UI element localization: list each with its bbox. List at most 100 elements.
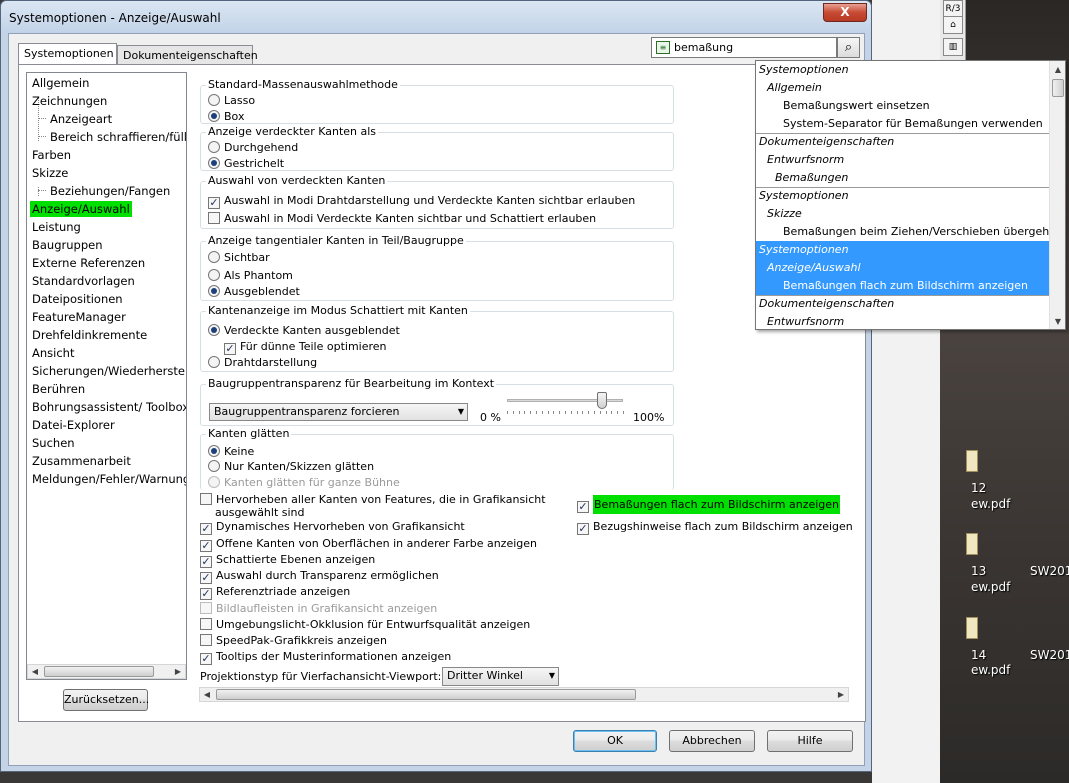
scroll-left-icon[interactable]: ◀ [200,688,214,701]
radio-selected-icon[interactable] [208,285,220,297]
nav-item[interactable]: Dateipositionen [30,291,125,307]
checkbox-pattern-tooltips[interactable]: ✓ Tooltips der Musterinformationen anzeig… [200,649,451,665]
checkbox-ambient-occlusion[interactable]: Umgebungslicht-Okklusion für Entwurfsqua… [200,617,530,632]
checkbox-icon[interactable] [200,634,212,646]
nav-item[interactable]: Zusammenarbeit [30,453,133,469]
checkbox-dynamic-highlight[interactable]: ✓ Dynamisches Hervorheben von Grafikansic… [200,519,465,535]
nav-horizontal-scrollbar[interactable]: ◀ ▶ [27,664,186,679]
radio-als-phantom[interactable]: Als Phantom [208,268,293,283]
nav-item[interactable]: Meldungen/Fehler/Warnungen [30,471,186,487]
pdf-file-icon[interactable] [966,533,978,555]
nav-item[interactable]: Farben [30,147,73,163]
scroll-right-icon[interactable]: ▶ [834,688,848,701]
checkbox-shaded-selection[interactable]: Auswahl in Modi Verdeckte Kanten sichtba… [208,211,596,226]
radio-edges-sketches-only[interactable]: Nur Kanten/Skizzen glätten [208,459,374,474]
checkbox-checked-icon[interactable]: ✓ [208,197,220,209]
checkbox-annotations-flat[interactable]: ✓ Bezugshinweise flach zum Bildschirm anz… [577,519,853,535]
radio-durchgehend[interactable]: Durchgehend [208,140,298,155]
result-category[interactable]: Entwurfsnorm [756,151,1049,169]
nav-item[interactable]: FeatureManager [30,309,128,325]
checkbox-icon[interactable] [200,618,212,630]
checkbox-icon[interactable] [208,212,220,224]
radio-sichtbar[interactable]: Sichtbar [208,250,270,265]
nav-item[interactable]: Baugruppen [30,237,105,253]
close-button[interactable]: X [823,3,867,22]
result-category[interactable]: Anzeige/Auswahl [756,259,1049,277]
nav-item[interactable]: Drehfeldinkremente [30,327,149,343]
radio-selected-icon[interactable] [208,445,220,457]
radio-hidden-edges-removed[interactable]: Verdeckte Kanten ausgeblendet [208,323,400,338]
scroll-up-icon[interactable]: ▲ [1051,63,1065,76]
result-item[interactable]: Bemaßungswert einsetzen [756,97,1049,115]
tab-systemoptionen[interactable]: Systemoptionen [18,43,117,65]
result-category[interactable]: Systemoptionen [756,241,1049,259]
result-item[interactable]: Bemaßungen beim Ziehen/Verschieben überg… [756,223,1063,241]
checkbox-checked-icon[interactable]: ✓ [200,556,212,568]
nav-item[interactable]: Berühren [30,381,87,397]
radio-keine[interactable]: Keine [208,444,254,459]
help-button[interactable]: Hilfe [767,730,853,752]
transparency-combo[interactable]: Baugruppentransparenz forcieren ▼ [209,403,468,421]
cancel-button[interactable]: Abbrechen [669,730,755,752]
panel-horizontal-scrollbar[interactable]: ◀ ▶ [199,687,849,702]
result-item[interactable]: System-Separator für Bemaßungen verwende… [756,115,1049,133]
radio-ausgeblendet[interactable]: Ausgeblendet [208,284,300,299]
result-category[interactable]: Dokumenteigenschaften [756,295,1049,313]
radio-icon[interactable] [208,141,220,153]
nav-item[interactable]: Beziehungen/Fangen [48,183,172,199]
nav-item[interactable]: Anzeigeart [48,111,114,127]
results-vertical-scrollbar[interactable]: ▲ ▼ [1049,61,1065,329]
scroll-down-icon[interactable]: ▼ [1051,315,1065,328]
checkbox-checked-icon[interactable]: ✓ [224,343,236,355]
result-category[interactable]: Allgemein [756,79,1049,97]
checkbox-checked-icon[interactable]: ✓ [200,653,212,665]
nav-item[interactable]: Allgemein [30,75,91,91]
checkbox-checked-icon[interactable]: ✓ [200,523,212,535]
ok-button[interactable]: OK [573,730,657,752]
chart-icon[interactable]: ▥ [943,38,963,56]
radio-icon[interactable] [208,460,220,472]
radio-icon[interactable] [208,356,220,368]
radio-icon[interactable] [208,251,220,263]
checkbox-shaded-planes[interactable]: ✓ Schattierte Ebenen anzeigen [200,552,375,568]
radio-lasso[interactable]: Lasso [208,93,255,108]
nav-item[interactable]: Leistung [30,219,83,235]
checkbox-dimensions-flat[interactable]: ✓ Bemaßungen flach zum Bildschirm anzeige… [577,495,841,514]
scroll-thumb[interactable] [44,666,154,677]
result-category[interactable]: Skizze [756,205,1049,223]
nav-item[interactable]: Ansicht [30,345,76,361]
radio-selected-icon[interactable] [208,110,220,122]
nav-item[interactable]: Bereich schraffieren/füllen [48,129,186,145]
pdf-file-icon[interactable] [966,617,978,639]
nav-item[interactable]: Bohrungsassistent/ Toolbox [30,399,186,415]
radio-selected-icon[interactable] [208,157,220,169]
result-category[interactable]: Entwurfsnorm [756,313,1049,329]
result-category[interactable]: Systemoptionen [756,187,1049,205]
result-item[interactable]: Bemaßungen flach zum Bildschirm anzeigen [756,277,1049,295]
checkbox-checked-icon[interactable]: ✓ [577,523,589,535]
scroll-left-icon[interactable]: ◀ [28,665,42,678]
checkbox-select-through-transparency[interactable]: ✓ Auswahl durch Transparenz ermöglichen [200,568,439,584]
search-icon[interactable]: ⌕ [837,37,860,58]
search-box[interactable]: ≡ [651,37,837,58]
checkbox-open-edges-color[interactable]: ✓ Offene Kanten von Oberflächen in andere… [200,536,537,552]
scroll-right-icon[interactable]: ▶ [171,665,185,678]
checkbox-checked-icon[interactable]: ✓ [200,572,212,584]
nav-item-selected[interactable]: Anzeige/Auswahl [30,201,132,217]
radio-icon[interactable] [208,94,220,106]
options-tree[interactable]: Allgemein Zeichnungen Anzeigeart Bereich… [26,72,187,680]
checkbox-checked-icon[interactable]: ✓ [200,588,212,600]
result-category[interactable]: Dokumenteigenschaften [756,133,1049,151]
nav-item[interactable]: Externe Referenzen [30,255,147,271]
nav-item[interactable]: Zeichnungen [30,93,109,109]
checkbox-icon[interactable] [200,493,212,505]
checkbox-wireframe-selection[interactable]: ✓ Auswahl in Modi Drahtdarstellung und Ve… [208,193,635,209]
nav-item[interactable]: Datei-Explorer [30,417,117,433]
result-category[interactable]: Systemoptionen [756,61,1049,79]
checkbox-reference-triad[interactable]: ✓ Referenztriade anzeigen [200,584,350,600]
pdf-file-icon[interactable] [966,450,978,472]
checkbox-checked-icon[interactable]: ✓ [200,540,212,552]
home-icon[interactable]: ⌂ [943,16,963,34]
nav-item[interactable]: Skizze [30,165,70,181]
tab-dokumenteigenschaften[interactable]: Dokumenteigenschaften [117,45,258,64]
